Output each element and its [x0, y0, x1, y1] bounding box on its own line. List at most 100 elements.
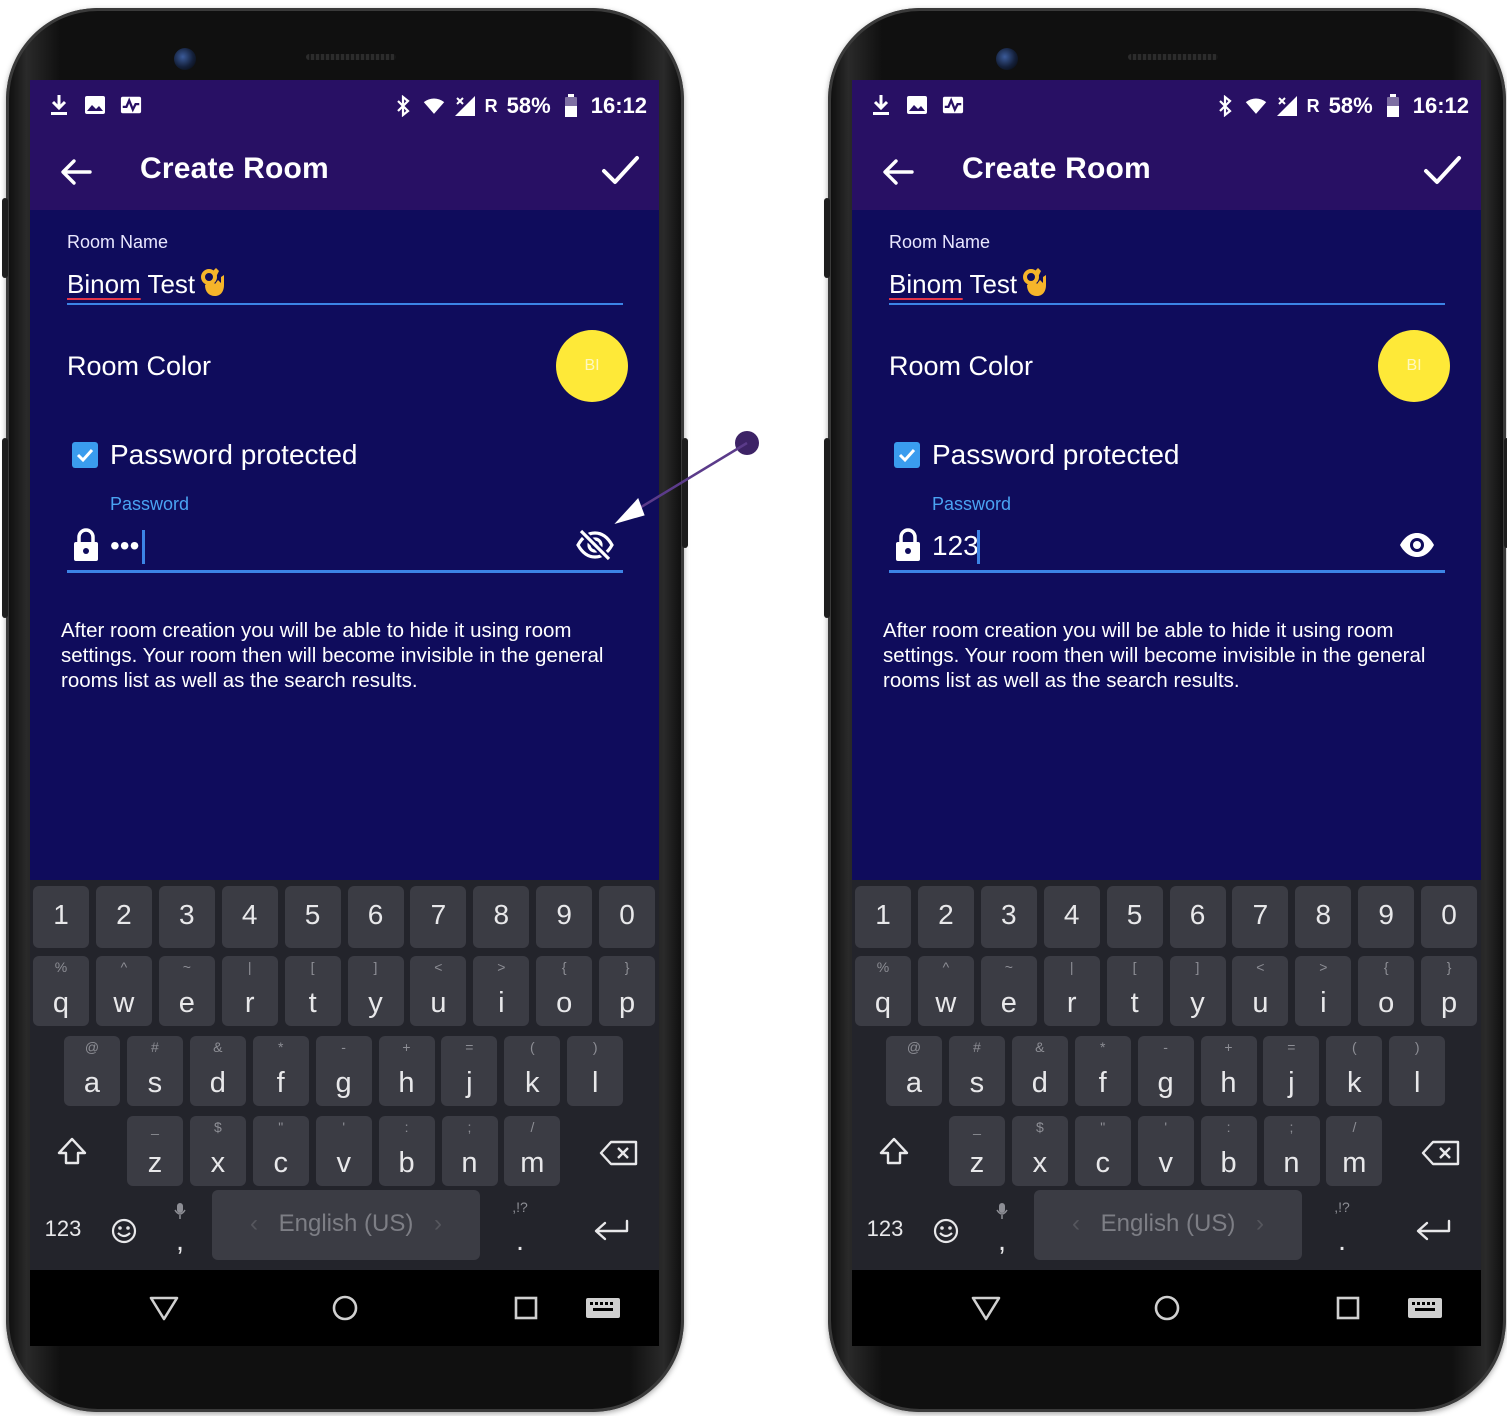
key-f[interactable]: * f [1074, 1036, 1131, 1106]
room-name-input[interactable]: Binom Test [67, 267, 225, 300]
keyboard-switch-icon[interactable] [583, 1290, 623, 1326]
room-color-swatch[interactable]: BI [1378, 330, 1450, 402]
key-g[interactable]: -g [1137, 1036, 1194, 1106]
key-t[interactable]: [t [284, 956, 341, 1026]
key-8[interactable]: 8 [473, 886, 530, 948]
back-arrow-icon[interactable] [878, 152, 918, 192]
key-l[interactable]: ) l [1389, 1036, 1446, 1106]
shift-icon[interactable] [40, 1116, 102, 1186]
key-k[interactable]: (k [1326, 1036, 1383, 1106]
key-k[interactable]: (k [504, 1036, 561, 1106]
key-i[interactable]: > i [1295, 956, 1352, 1026]
key-z[interactable]: _ z [127, 1116, 183, 1186]
key-0[interactable]: 0 [599, 886, 656, 948]
key-3[interactable]: 3 [158, 886, 215, 948]
key-5[interactable]: 5 [284, 886, 341, 948]
password-protected-checkbox[interactable] [72, 442, 98, 468]
key-z[interactable]: _ z [949, 1116, 1005, 1186]
key-3[interactable]: 3 [980, 886, 1037, 948]
comma-key[interactable]: , [154, 1196, 206, 1264]
room-name-input[interactable]: Binom Test [889, 267, 1047, 300]
key-n[interactable]: ; n [441, 1116, 498, 1186]
key-x[interactable]: $ x [189, 1116, 246, 1186]
key-9[interactable]: 9 [1358, 886, 1415, 948]
backspace-icon[interactable] [1409, 1116, 1475, 1186]
spacebar[interactable]: ‹ English (US) › [1034, 1190, 1302, 1260]
key-t[interactable]: [t [1106, 956, 1163, 1026]
key-i[interactable]: > i [473, 956, 530, 1026]
key-j[interactable]: = j [441, 1036, 498, 1106]
key-u[interactable]: < u [1232, 956, 1289, 1026]
key-v[interactable]: ' v [315, 1116, 372, 1186]
checkmark-icon[interactable] [599, 149, 641, 191]
nav-home-icon[interactable] [327, 1290, 363, 1326]
key-g[interactable]: -g [315, 1036, 372, 1106]
key-d[interactable]: & d [1011, 1036, 1068, 1106]
key-q[interactable]: % q [33, 956, 89, 1026]
key-h[interactable]: + h [1200, 1036, 1257, 1106]
key-6[interactable]: 6 [347, 886, 404, 948]
key-x[interactable]: $ x [1011, 1116, 1068, 1186]
key-6[interactable]: 6 [1169, 886, 1226, 948]
key-l[interactable]: ) l [567, 1036, 624, 1106]
nav-recents-icon[interactable] [508, 1290, 544, 1326]
key-r[interactable]: | r [1043, 956, 1100, 1026]
key-w[interactable]: ^ w [917, 956, 974, 1026]
period-key[interactable]: ,!?. [1314, 1196, 1370, 1264]
key-w[interactable]: ^ w [95, 956, 152, 1026]
key-m[interactable]: / m [1326, 1116, 1383, 1186]
key-e[interactable]: ~ e [158, 956, 215, 1026]
key-b[interactable]: :b [378, 1116, 435, 1186]
key-1[interactable]: 1 [33, 886, 89, 948]
password-protected-checkbox[interactable] [894, 442, 920, 468]
key-o[interactable]: {o [1358, 956, 1415, 1026]
spacebar[interactable]: ‹ English (US) › [212, 1190, 480, 1260]
key-7[interactable]: 7 [1232, 886, 1289, 948]
backspace-icon[interactable] [587, 1116, 653, 1186]
key-4[interactable]: 4 [1043, 886, 1100, 948]
key-r[interactable]: | r [221, 956, 278, 1026]
emoji-icon[interactable] [98, 1196, 150, 1264]
key-y[interactable]: ] y [347, 956, 404, 1026]
key-c[interactable]: " c [252, 1116, 309, 1186]
key-4[interactable]: 4 [221, 886, 278, 948]
emoji-icon[interactable] [920, 1196, 972, 1264]
key-s[interactable]: # s [126, 1036, 183, 1106]
key-b[interactable]: :b [1200, 1116, 1257, 1186]
key-a[interactable]: @ a [64, 1036, 120, 1106]
key-y[interactable]: ] y [1169, 956, 1226, 1026]
key-a[interactable]: @ a [886, 1036, 942, 1106]
key-f[interactable]: * f [252, 1036, 309, 1106]
key-p[interactable]: } p [1421, 956, 1478, 1026]
shift-icon[interactable] [862, 1116, 924, 1186]
nav-back-icon[interactable] [146, 1290, 182, 1326]
keyboard-switch-icon[interactable] [1405, 1290, 1445, 1326]
symbols-key[interactable]: 123 [855, 1196, 915, 1264]
key-v[interactable]: ' v [1137, 1116, 1194, 1186]
key-e[interactable]: ~ e [980, 956, 1037, 1026]
symbols-key[interactable]: 123 [33, 1196, 93, 1264]
key-9[interactable]: 9 [536, 886, 593, 948]
key-c[interactable]: " c [1074, 1116, 1131, 1186]
key-o[interactable]: {o [536, 956, 593, 1026]
checkmark-icon[interactable] [1421, 149, 1463, 191]
password-input[interactable]: 123 [932, 530, 979, 562]
back-arrow-icon[interactable] [56, 152, 96, 192]
key-7[interactable]: 7 [410, 886, 467, 948]
key-d[interactable]: & d [189, 1036, 246, 1106]
key-8[interactable]: 8 [1295, 886, 1352, 948]
key-1[interactable]: 1 [855, 886, 911, 948]
key-u[interactable]: < u [410, 956, 467, 1026]
room-color-swatch[interactable]: BI [556, 330, 628, 402]
nav-recents-icon[interactable] [1330, 1290, 1366, 1326]
nav-back-icon[interactable] [968, 1290, 1004, 1326]
key-2[interactable]: 2 [95, 886, 152, 948]
enter-icon[interactable] [578, 1196, 648, 1264]
key-q[interactable]: % q [855, 956, 911, 1026]
key-m[interactable]: / m [504, 1116, 561, 1186]
password-input[interactable]: ••• [110, 530, 139, 562]
key-p[interactable]: } p [599, 956, 656, 1026]
eye-icon[interactable] [1398, 528, 1436, 562]
enter-icon[interactable] [1400, 1196, 1470, 1264]
key-5[interactable]: 5 [1106, 886, 1163, 948]
